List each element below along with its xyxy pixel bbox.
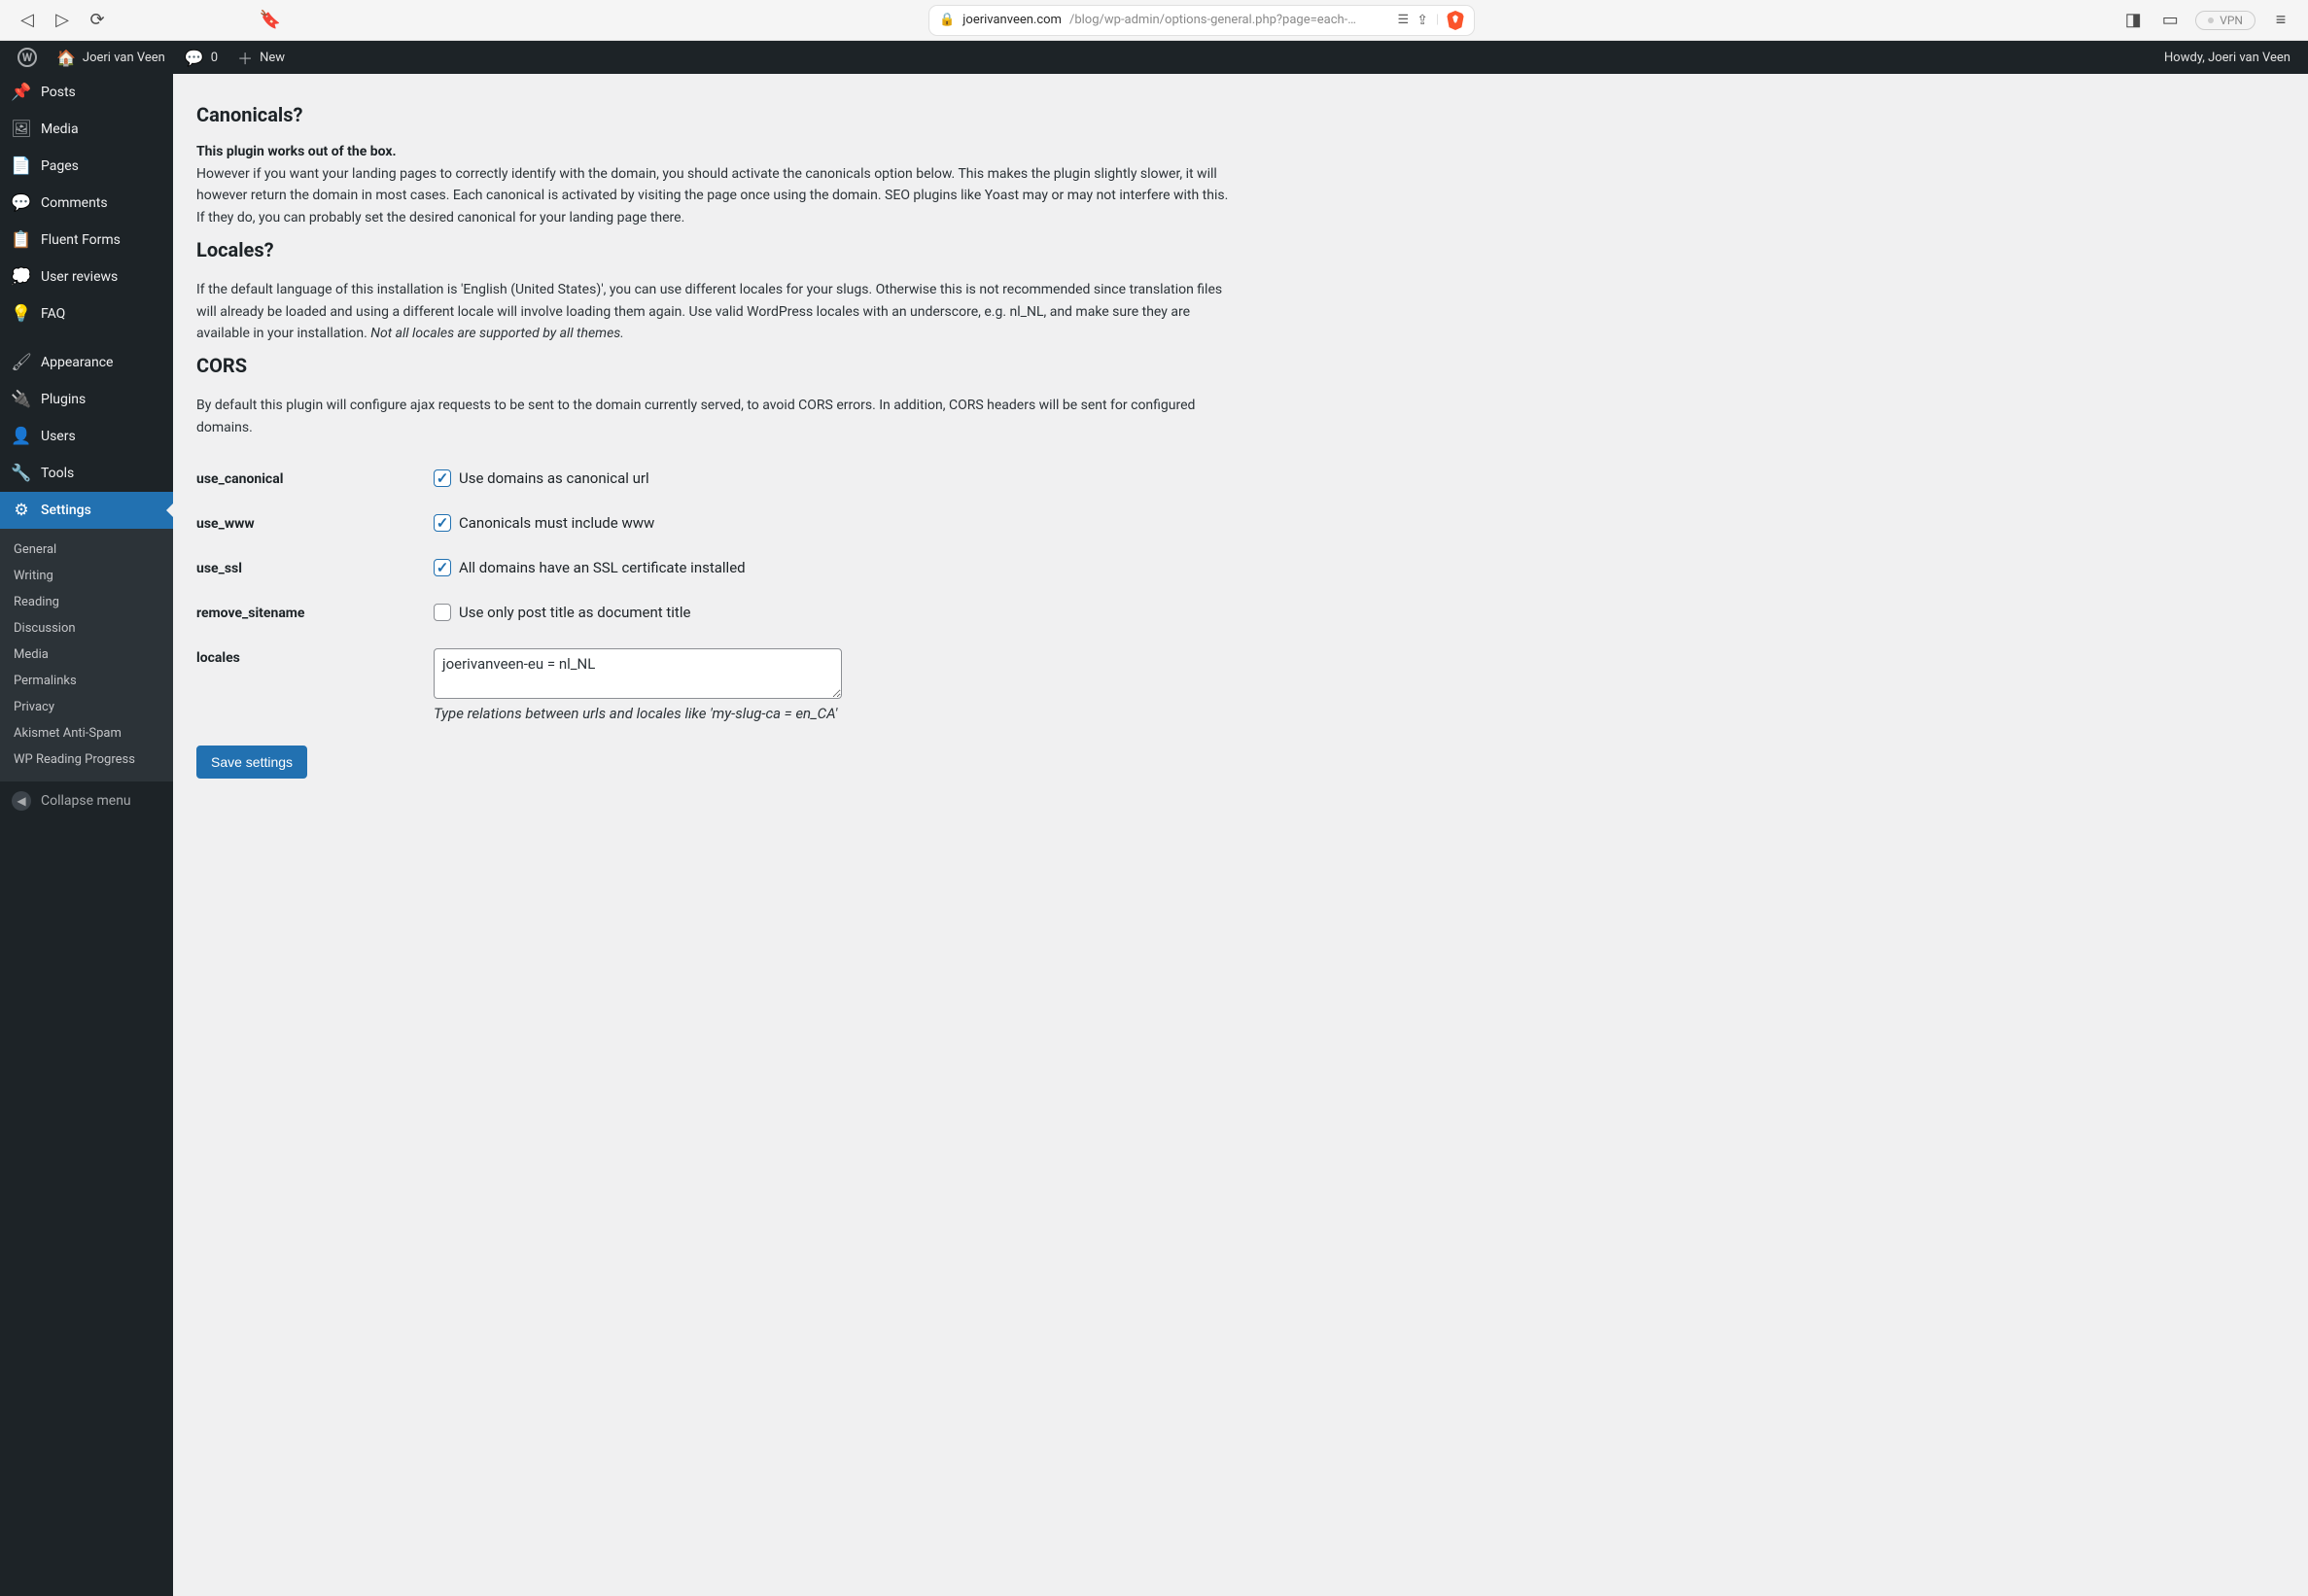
checkbox-use-www[interactable] — [434, 514, 451, 532]
reviews-icon: 💭 — [12, 267, 31, 287]
plus-icon: ＋ — [237, 46, 253, 69]
checkbox-remove-sitename[interactable] — [434, 604, 451, 621]
my-account-menu[interactable]: Howdy, Joeri van Veen — [2154, 41, 2300, 74]
brush-icon: 🖌 — [12, 353, 31, 372]
heading-canonicals: Canonicals? — [196, 103, 1235, 126]
sidebar-item-tools[interactable]: 🔧Tools — [0, 455, 173, 492]
new-content-menu[interactable]: ＋New — [227, 41, 295, 74]
home-icon: 🏠 — [56, 49, 76, 67]
comments-menu[interactable]: 💬0 — [175, 41, 227, 74]
media-icon: 🖼 — [12, 120, 31, 139]
submenu-discussion[interactable]: Discussion — [0, 615, 173, 642]
collapse-menu-button[interactable]: ◀Collapse menu — [0, 781, 173, 820]
cors-description: By default this plugin will configure aj… — [196, 395, 1235, 438]
heading-locales: Locales? — [196, 238, 1235, 261]
back-button[interactable]: ◁ — [16, 9, 39, 32]
submenu-reading[interactable]: Reading — [0, 589, 173, 615]
sidebar-item-settings[interactable]: ⚙Settings — [0, 492, 173, 529]
sidebar-item-media[interactable]: 🖼Media — [0, 111, 173, 148]
wrench-icon: 🔧 — [12, 464, 31, 483]
sidebar-item-appearance[interactable]: 🖌Appearance — [0, 344, 173, 381]
save-settings-button[interactable]: Save settings — [196, 746, 307, 779]
lightbulb-icon: 💡 — [12, 304, 31, 324]
sidebar-item-posts[interactable]: 📌Posts — [0, 74, 173, 111]
url-path: /blog/wp-admin/options-general.php?page=… — [1069, 13, 1356, 27]
sidebar-item-pages[interactable]: 📄Pages — [0, 148, 173, 185]
canon-strong-text: This plugin works out of the box. — [196, 144, 1235, 159]
sidebar-toggle-icon[interactable]: ◨ — [2121, 9, 2145, 32]
page-icon: 📄 — [12, 156, 31, 176]
wp-admin-bar: W 🏠Joeri van Veen 💬0 ＋New Howdy, Joeri v… — [0, 41, 2308, 74]
reader-icon[interactable]: ☰ — [1398, 13, 1410, 27]
admin-sidebar: 📌Posts 🖼Media 📄Pages 💬Comments 📋Fluent F… — [0, 74, 173, 1596]
comment-icon: 💬 — [185, 49, 204, 67]
wallet-icon[interactable]: ▭ — [2158, 9, 2182, 32]
checkbox-use-canonical[interactable] — [434, 469, 451, 487]
collapse-icon: ◀ — [12, 791, 31, 811]
reload-button[interactable]: ⟳ — [86, 9, 109, 32]
label-use-www: use_www — [196, 514, 434, 532]
wordpress-logo-icon: W — [17, 48, 37, 67]
label-use-canonical: use_canonical — [196, 469, 434, 487]
locales-description: If the default language of this installa… — [196, 279, 1235, 344]
bookmark-icon[interactable]: 🔖 — [259, 9, 282, 32]
heading-cors: CORS — [196, 354, 1235, 377]
textarea-locales[interactable] — [434, 648, 842, 699]
text-use-www: Canonicals must include www — [459, 514, 654, 532]
sidebar-item-comments[interactable]: 💬Comments — [0, 185, 173, 222]
text-remove-sitename: Use only post title as document title — [459, 604, 690, 621]
submenu-media[interactable]: Media — [0, 642, 173, 668]
site-name-menu[interactable]: 🏠Joeri van Veen — [47, 41, 175, 74]
wp-logo-menu[interactable]: W — [8, 41, 47, 74]
plugin-icon: 🔌 — [12, 390, 31, 409]
sidebar-item-user-reviews[interactable]: 💭User reviews — [0, 259, 173, 295]
submenu-permalinks[interactable]: Permalinks — [0, 668, 173, 694]
submenu-general[interactable]: General — [0, 537, 173, 563]
form-icon: 📋 — [12, 230, 31, 250]
submenu-privacy[interactable]: Privacy — [0, 694, 173, 720]
hint-locales: Type relations between urls and locales … — [434, 705, 1235, 722]
settings-submenu: General Writing Reading Discussion Media… — [0, 529, 173, 781]
label-remove-sitename: remove_sitename — [196, 604, 434, 621]
pin-icon: 📌 — [12, 83, 31, 102]
sidebar-item-plugins[interactable]: 🔌Plugins — [0, 381, 173, 418]
brave-shield-icon[interactable] — [1447, 11, 1464, 30]
settings-content: Canonicals? This plugin works out of the… — [173, 74, 1258, 1596]
canon-description: However if you want your landing pages t… — [196, 163, 1235, 228]
comment-icon: 💬 — [12, 193, 31, 213]
menu-icon[interactable]: ≡ — [2269, 9, 2292, 32]
sidebar-item-users[interactable]: 👤Users — [0, 418, 173, 455]
text-use-ssl: All domains have an SSL certificate inst… — [459, 559, 746, 576]
submenu-wp-reading-progress[interactable]: WP Reading Progress — [0, 746, 173, 773]
checkbox-use-ssl[interactable] — [434, 559, 451, 576]
browser-chrome: ◁ ▷ ⟳ 🔖 🔒 joerivanveen.com/blog/wp-admin… — [0, 0, 2308, 41]
forward-button[interactable]: ▷ — [51, 9, 74, 32]
url-domain: joerivanveen.com — [962, 13, 1062, 27]
vpn-button[interactable]: VPN — [2195, 11, 2256, 30]
submenu-akismet[interactable]: Akismet Anti-Spam — [0, 720, 173, 746]
sidebar-item-faq[interactable]: 💡FAQ — [0, 295, 173, 332]
label-locales: locales — [196, 648, 434, 666]
lock-icon: 🔒 — [939, 13, 955, 27]
share-icon[interactable]: ⇪ — [1416, 13, 1428, 28]
sidebar-item-fluent-forms[interactable]: 📋Fluent Forms — [0, 222, 173, 259]
sliders-icon: ⚙ — [12, 501, 31, 520]
submenu-writing[interactable]: Writing — [0, 563, 173, 589]
label-use-ssl: use_ssl — [196, 559, 434, 576]
text-use-canonical: Use domains as canonical url — [459, 469, 649, 487]
url-bar[interactable]: 🔒 joerivanveen.com/blog/wp-admin/options… — [929, 6, 1474, 35]
user-icon: 👤 — [12, 427, 31, 446]
